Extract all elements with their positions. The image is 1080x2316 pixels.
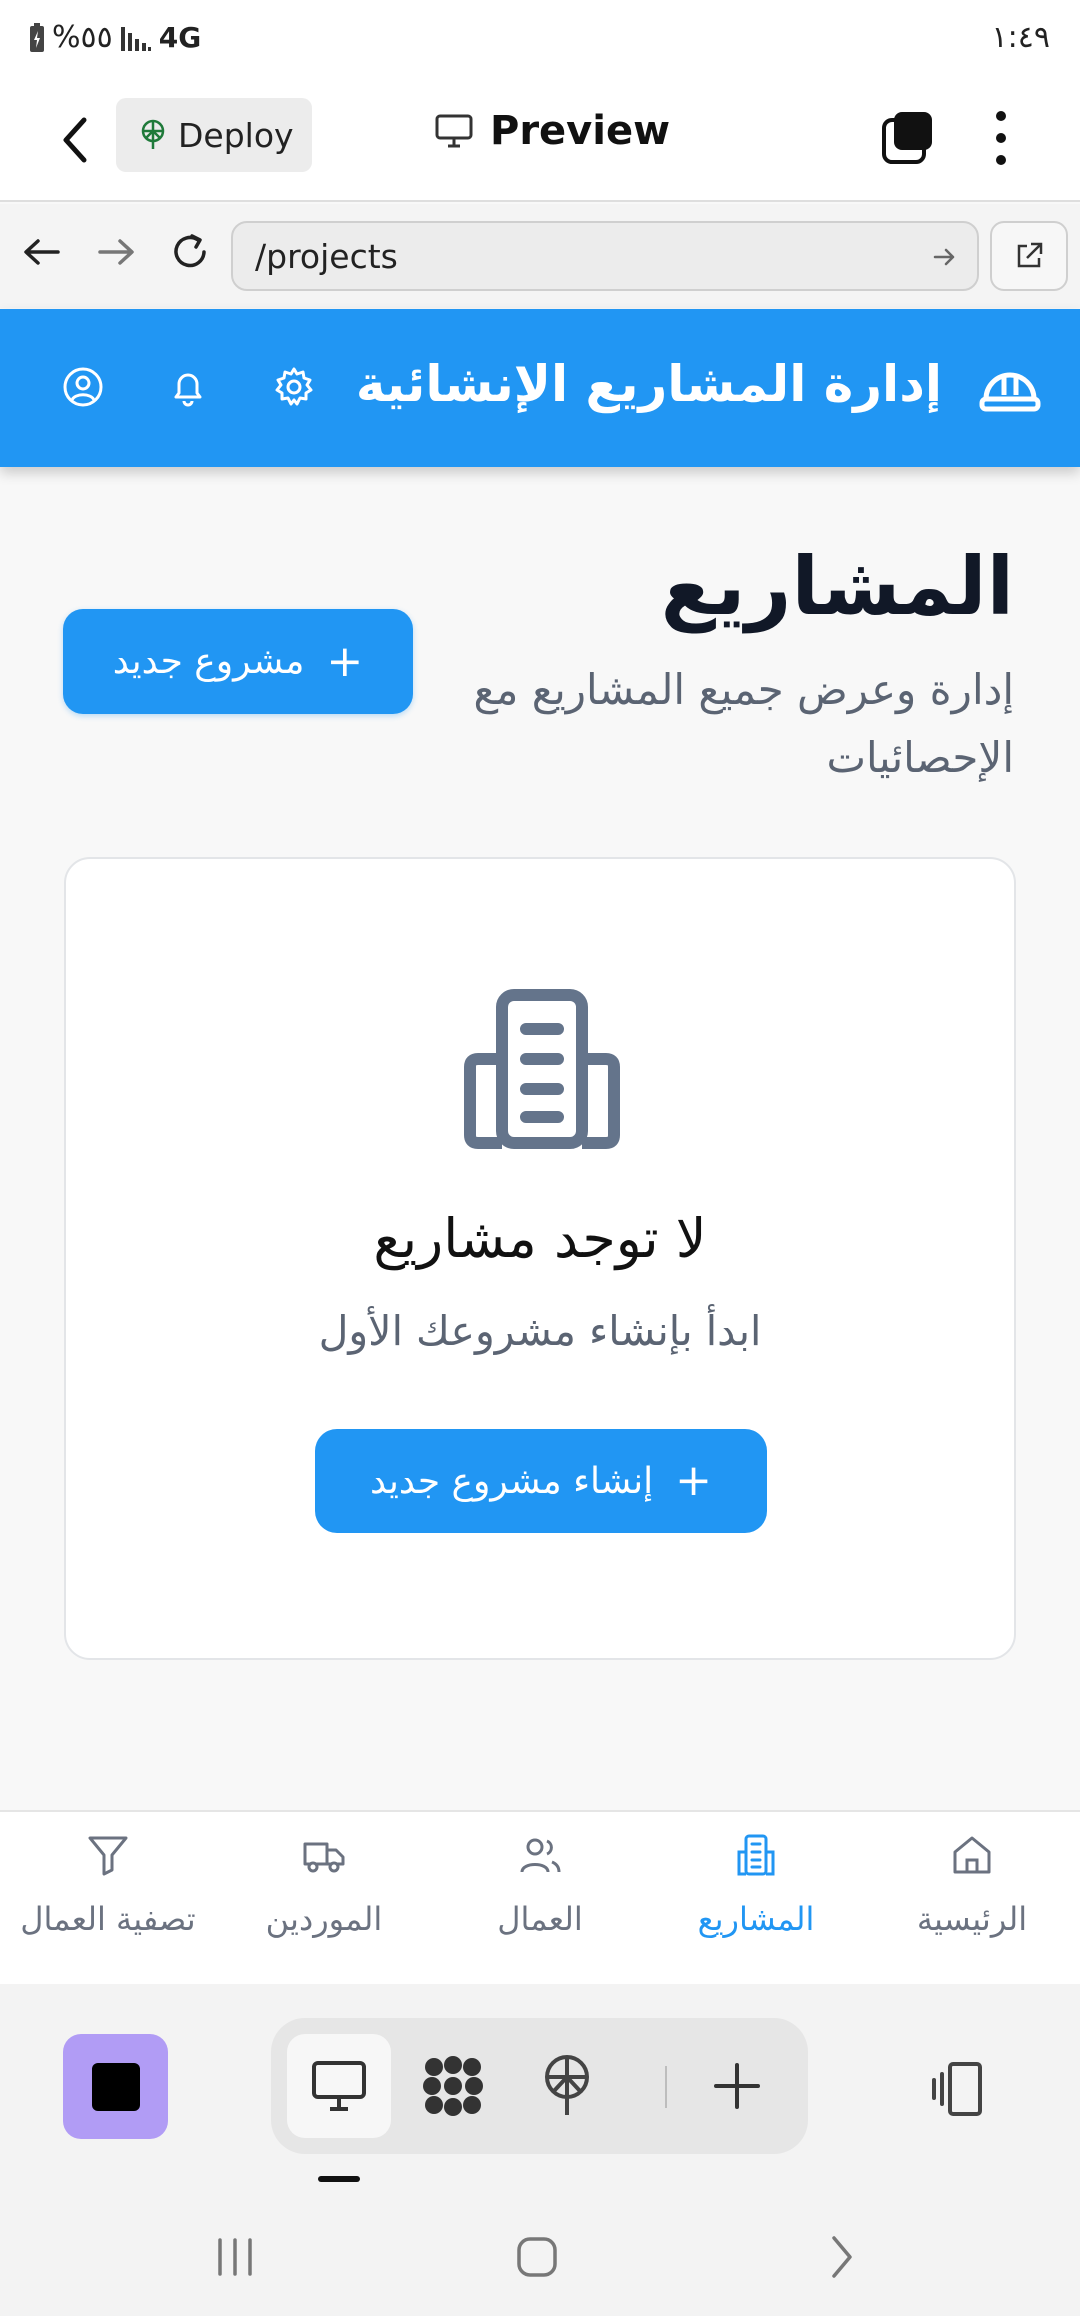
monitor-icon bbox=[312, 2061, 366, 2111]
nav-item-workers[interactable]: العمال bbox=[432, 1832, 648, 1972]
deploy-icon bbox=[545, 2055, 589, 2115]
go-arrow-icon[interactable] bbox=[931, 243, 959, 271]
preview-label: Preview bbox=[490, 108, 671, 154]
stop-icon bbox=[91, 2062, 140, 2111]
more-options-icon[interactable] bbox=[986, 106, 1016, 170]
grid-blob-icon bbox=[423, 2056, 483, 2116]
building-icon bbox=[464, 989, 620, 1149]
clock: ١:٤٩ bbox=[991, 20, 1050, 55]
nav-label-filter-workers: تصفية العمال bbox=[20, 1900, 196, 1938]
nav-item-filter-workers[interactable]: تصفية العمال bbox=[0, 1832, 216, 1972]
nav-label-projects: المشاريع bbox=[697, 1900, 815, 1938]
signal-icon bbox=[120, 26, 151, 51]
truck-icon bbox=[303, 1842, 345, 1873]
app-top-bar: Deploy Preview bbox=[0, 80, 1080, 202]
url-input[interactable]: /projects bbox=[231, 221, 979, 291]
status-left: %٥٥ 4G bbox=[28, 20, 201, 55]
dev-toolbar bbox=[0, 1984, 1080, 2204]
nav-item-projects[interactable]: المشاريع bbox=[648, 1832, 864, 1972]
battery-icon bbox=[30, 22, 44, 52]
active-tab-indicator bbox=[318, 2176, 360, 2182]
home-button-icon[interactable] bbox=[512, 2232, 562, 2282]
add-button[interactable] bbox=[685, 2034, 789, 2138]
deploy-icon bbox=[141, 119, 165, 149]
users-icon bbox=[520, 1838, 561, 1873]
recent-apps-icon[interactable] bbox=[210, 2232, 260, 2282]
bottom-nav: الرئيسية المشاريع العمال الموردين تصفية … bbox=[0, 1810, 1080, 1984]
url-row: /projects bbox=[0, 204, 1080, 308]
nav-forward-icon[interactable] bbox=[92, 228, 140, 276]
nav-item-suppliers[interactable]: الموردين bbox=[216, 1832, 432, 1972]
plus-icon bbox=[714, 2063, 760, 2109]
create-project-label: إنشاء مشروع جديد bbox=[370, 1460, 654, 1502]
nav-label-workers: العمال bbox=[497, 1900, 583, 1938]
page-subtitle: إدارة وعرض جميع المشاريع مع الإحصائيات bbox=[473, 665, 1014, 782]
reload-icon[interactable] bbox=[166, 228, 214, 276]
monitor-icon bbox=[435, 114, 473, 148]
plus-icon: + bbox=[326, 635, 364, 687]
deploy-mode-button[interactable] bbox=[515, 2034, 619, 2138]
home-icon bbox=[953, 1836, 991, 1874]
open-external-button[interactable] bbox=[990, 221, 1068, 291]
nav-back-icon[interactable] bbox=[18, 228, 66, 276]
hard-hat-icon bbox=[979, 372, 1041, 412]
view-switcher bbox=[271, 2018, 808, 2154]
code-mode-button[interactable] bbox=[401, 2034, 505, 2138]
deploy-button[interactable]: Deploy bbox=[116, 98, 312, 172]
system-nav-bar bbox=[0, 2204, 1080, 2316]
bell-icon[interactable] bbox=[164, 363, 212, 411]
status-bar: %٥٥ 4G ١:٤٩ bbox=[0, 0, 1080, 80]
user-circle-icon[interactable] bbox=[59, 363, 107, 411]
new-project-button[interactable]: + مشروع جديد bbox=[63, 609, 413, 714]
nav-label-home: الرئيسية bbox=[916, 1900, 1028, 1938]
toolbar-divider bbox=[665, 2066, 667, 2108]
network-type: 4G bbox=[158, 21, 202, 54]
stop-button[interactable] bbox=[63, 2034, 168, 2139]
create-project-button[interactable]: + إنشاء مشروع جديد bbox=[315, 1429, 767, 1533]
battery-percent: %٥٥ bbox=[52, 20, 113, 55]
url-text: /projects bbox=[255, 236, 398, 276]
new-project-label: مشروع جديد bbox=[112, 641, 305, 682]
external-link-icon bbox=[1017, 242, 1043, 268]
page-title: المشاريع bbox=[660, 540, 1014, 633]
preview-mode-button[interactable] bbox=[287, 2034, 391, 2138]
app-header: إدارة المشاريع الإنشائية bbox=[0, 309, 1080, 467]
empty-state-card: لا توجد مشاريع ابدأ بإنشاء مشروعك الأول … bbox=[64, 857, 1016, 1660]
back-nav-icon[interactable] bbox=[816, 2232, 866, 2282]
app-title: إدارة المشاريع الإنشائية bbox=[355, 355, 942, 413]
gear-icon[interactable] bbox=[270, 363, 318, 411]
plus-icon: + bbox=[675, 1455, 712, 1506]
nav-item-home[interactable]: الرئيسية bbox=[864, 1832, 1080, 1972]
building-icon bbox=[737, 1834, 775, 1876]
filter-icon bbox=[88, 1836, 128, 1876]
tabs-icon[interactable] bbox=[880, 110, 936, 166]
nav-label-suppliers: الموردين bbox=[265, 1900, 383, 1938]
back-icon[interactable] bbox=[52, 110, 102, 170]
empty-state-subtitle: ابدأ بإنشاء مشروعك الأول bbox=[318, 1307, 762, 1355]
empty-state-title: لا توجد مشاريع bbox=[373, 1207, 707, 1270]
device-frame-icon[interactable] bbox=[932, 2058, 994, 2120]
deploy-label: Deploy bbox=[178, 115, 294, 155]
preview-title: Preview bbox=[434, 108, 670, 154]
